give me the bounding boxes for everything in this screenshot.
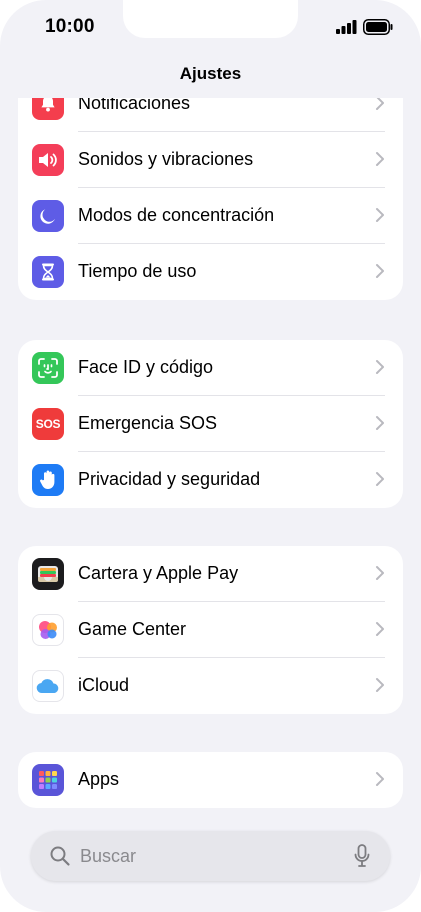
chevron-right-icon — [376, 98, 384, 110]
icloud-icon — [32, 670, 64, 702]
settings-row-label: iCloud — [78, 675, 130, 695]
face-id-icon — [32, 352, 64, 384]
settings-row-apps[interactable]: Apps — [18, 752, 403, 808]
settings-row-sonidos[interactable]: Sonidos y vibraciones — [18, 132, 403, 188]
settings-row-label: Privacidad y seguridad — [78, 469, 261, 489]
chevron-right-icon — [376, 152, 384, 166]
chevron-right-icon — [376, 566, 384, 580]
settings-list[interactable]: Notificaciones Sonidos y vibraciones Mod… — [0, 98, 421, 912]
chevron-right-icon — [376, 208, 384, 222]
settings-row-label: Emergencia SOS — [78, 413, 218, 433]
microphone-icon[interactable] — [354, 844, 370, 868]
settings-row-emergencia-sos[interactable]: SOS Emergencia SOS — [18, 396, 403, 452]
settings-row-notificaciones[interactable]: Notificaciones — [18, 98, 403, 132]
chevron-right-icon — [376, 360, 384, 374]
settings-row-game-center[interactable]: Game Center — [18, 602, 403, 658]
settings-row-icloud[interactable]: iCloud — [18, 658, 403, 714]
settings-row-label: Tiempo de uso — [78, 261, 197, 281]
chevron-right-icon — [376, 416, 384, 430]
settings-group-security: Face ID y código SOS Emergencia SOS Priv… — [18, 340, 403, 508]
chevron-right-icon — [376, 678, 384, 692]
search-placeholder: Buscar — [80, 846, 137, 866]
settings-row-cartera[interactable]: Cartera y Apple Pay — [18, 546, 403, 602]
settings-row-privacidad[interactable]: Privacidad y seguridad — [18, 452, 403, 508]
settings-row-label: Notificaciones — [78, 98, 191, 113]
chevron-right-icon — [376, 472, 384, 486]
chevron-right-icon — [376, 622, 384, 636]
notch — [123, 0, 298, 38]
bell-icon — [32, 98, 64, 120]
speaker-icon — [32, 144, 64, 176]
settings-row-label: Sonidos y vibraciones — [78, 149, 254, 169]
status-time: 10:00 — [45, 16, 95, 37]
wallet-icon — [32, 558, 64, 590]
settings-row-concentracion[interactable]: Modos de concentración — [18, 188, 403, 244]
hourglass-icon — [32, 256, 64, 288]
settings-row-label: Apps — [78, 769, 120, 789]
settings-row-label: Modos de concentración — [78, 205, 275, 225]
settings-row-label: Face ID y código — [78, 357, 214, 377]
settings-row-face-id[interactable]: Face ID y código — [18, 340, 403, 396]
search-icon — [50, 846, 70, 866]
sos-icon: SOS — [32, 408, 64, 440]
sos-icon-text: SOS — [35, 417, 61, 431]
settings-row-label: Cartera y Apple Pay — [78, 563, 239, 583]
settings-row-label: Game Center — [78, 619, 187, 639]
cellular-signal-icon — [336, 20, 357, 34]
settings-group-apps: Apps — [18, 752, 403, 808]
chevron-right-icon — [376, 264, 384, 278]
settings-group-services: Cartera y Apple Pay Game Center iCloud — [18, 546, 403, 714]
page-title: Ajustes — [179, 64, 242, 83]
chevron-right-icon — [376, 772, 384, 786]
battery-icon — [363, 19, 393, 35]
search-field[interactable]: Buscar — [31, 831, 390, 881]
moon-icon — [32, 200, 64, 232]
settings-screen: 10:00 Ajustes Notificaciones Sonidos y v… — [0, 0, 421, 912]
settings-row-tiempo-de-uso[interactable]: Tiempo de uso — [18, 244, 403, 300]
apps-grid-icon — [32, 764, 64, 796]
game-center-icon — [32, 614, 64, 646]
settings-group-attention: Notificaciones Sonidos y vibraciones Mod… — [18, 98, 403, 300]
hand-icon — [32, 464, 64, 496]
status-bar: 10:00 — [0, 0, 421, 56]
